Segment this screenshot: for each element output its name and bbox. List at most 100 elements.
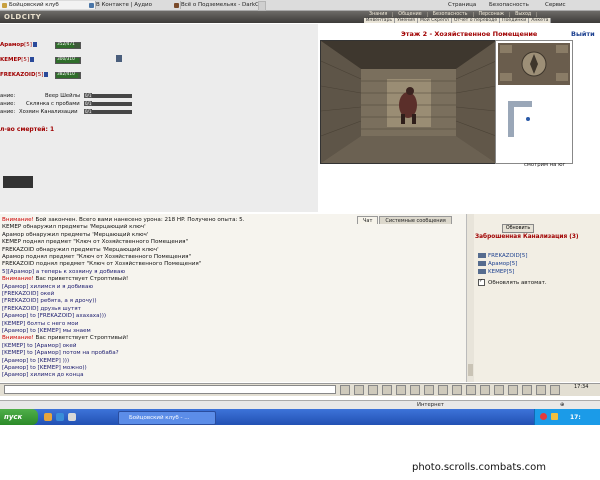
subnav-transfer-report[interactable]: Отчет о переводе [452,18,501,23]
chat-line[interactable]: FREKAZOID обнаружил предметы 'Мерцающий … [2,247,159,253]
chat-line[interactable]: Внимание! Вас приветствует Строптивый! [2,335,128,341]
dungeon-view[interactable] [320,40,497,164]
chat-line[interactable]: [Арамор] to [KEMEP] мы знаем [2,328,91,334]
chat-tabs: Чат Системные сообщения [357,216,452,224]
chat-line[interactable]: FREKAZOID поднял предмет "Ключ от Хозяйс… [2,261,201,267]
favicon-icon [2,2,7,8]
nav-character[interactable]: Персонаж [474,12,511,17]
browser-tab-dungeons[interactable]: Всё о Подземельях - DarkCl... [172,1,266,9]
nav-exit[interactable]: Выход [510,12,538,17]
menu-page[interactable]: Страница [448,1,476,9]
exit-link[interactable]: Выйти [571,30,595,38]
help-icon[interactable] [466,385,476,395]
chat-line[interactable]: [KEMEP] to [Арамор] потом на пробаба? [2,350,119,356]
logs-icon[interactable] [536,385,546,395]
chat-line[interactable]: [FREKAZOID] окей [2,291,54,297]
chat-line[interactable]: [Арамор] to [KEMEP] можно)) [2,365,87,371]
filter-icon[interactable] [494,385,504,395]
chat-line[interactable]: [Арамор] to [KEMEP] ))) [2,358,69,364]
message-input[interactable] [4,385,336,394]
chat-line[interactable]: Арамор поднял предмет "Ключ от Хозяйстве… [2,254,191,260]
translit-icon[interactable] [508,385,518,395]
chat-line[interactable]: [KEMEP] to [Арамор] окей [2,343,77,349]
sound-icon[interactable] [480,385,490,395]
chat-line[interactable]: [FREKAZOID] ребята, а я дрочу)) [2,298,97,304]
clear-icon[interactable] [368,385,378,395]
refresh-button[interactable]: Обновить [502,224,534,233]
taskbar-window-button[interactable]: Бойцовский клуб - ... [118,411,216,425]
favicon-icon [89,2,94,8]
player-name-text: FREKAZOID [0,72,36,78]
chat-line[interactable]: Внимание! Бой закончен. Всего вами нанес… [2,217,245,223]
chat-line[interactable]: 5][Арамор] а теперь к хозяину я добиваю [2,269,125,275]
smiley-icon[interactable] [354,385,364,395]
hp-bar: 300/310 [55,57,81,64]
member-item[interactable]: Арамор[5] [478,261,517,267]
favicon-icon [174,2,179,8]
chat-text: [Арамор] хилимся и я добиваю [2,283,94,290]
chat-line[interactable]: [Арамор] хилимся и я добиваю [2,284,93,290]
nav-knowledge[interactable]: Знания [364,12,394,17]
chat-line[interactable]: [FREKAZOID] друзья шутят [2,306,81,312]
player-name[interactable]: Арамор[5] [0,42,37,48]
player-name[interactable]: FREKAZOID[5] [0,72,49,78]
chat-text: [Арамор] to [KEMEP] мы знаем [2,328,91,334]
chat-text: [Арамор] хилимся до конца [2,372,84,379]
member-item[interactable]: KEMEP[5] [478,269,514,275]
chat-line[interactable]: Внимание! Вас приветствует Строптивый! [2,276,128,282]
subnav-inventory[interactable]: Инвентарь [364,18,396,23]
nav-security[interactable]: Безопасность [428,12,474,17]
nav-chat[interactable]: Общение [393,12,428,17]
start-button[interactable]: пуск [0,409,38,425]
hp-bar: 382/410 [55,72,81,79]
browser-tab-vkontakte[interactable]: В Контакте | Аудио [87,1,181,9]
font-icon[interactable] [522,385,532,395]
zoom-icon[interactable]: ⊕ [560,402,564,408]
quick-launch-icon[interactable] [44,413,52,421]
antivirus-icon[interactable] [540,413,547,420]
settings-icon[interactable] [452,385,462,395]
mail-icon[interactable] [438,385,448,395]
checkbox[interactable] [478,278,485,286]
chat-scrollbar[interactable] [466,214,474,382]
network-icon[interactable] [551,413,558,420]
minimap [498,43,570,137]
subnav-skills[interactable]: Умения [395,18,418,23]
chat-line[interactable]: [Арамор] хилимся до конца [2,372,84,378]
trade-icon[interactable] [424,385,434,395]
subnav-fights[interactable]: Поединки [500,18,530,23]
menu-security[interactable]: Безопасность [489,1,529,9]
inventory-icon[interactable] [396,385,406,395]
browser-tab-fight-club[interactable]: Бойцовский клуб × [0,1,96,9]
menu-tools[interactable]: Сервис [545,1,566,9]
map-icon[interactable] [410,385,420,395]
member-item[interactable]: FREKAZOID[5] [478,253,527,259]
fight-icon[interactable] [382,385,392,395]
tab-system-messages[interactable]: Системные сообщения [379,216,452,224]
send-icon[interactable] [340,385,350,395]
new-tab-button[interactable] [258,1,266,11]
tab-label: Бойцовский клуб [9,2,59,8]
chat-line[interactable]: КЕМЕР обнаружил предметы 'Мерцающий ключ… [2,224,146,230]
chat-line[interactable]: KEMEP поднял предмет "Ключ от Хозяйствен… [2,239,188,245]
subnav-profile[interactable]: Анкета [529,18,552,23]
quest-counter: 0/1 [84,93,93,98]
user-icon [478,261,486,266]
scrollbar-thumb[interactable] [468,364,473,376]
player-name[interactable]: KEMEP[5] [0,57,35,63]
chat-line[interactable]: Арамор обнаружил предметы 'Мерцающий клю… [2,232,148,238]
minimap-panel [495,40,573,164]
subnav-scroll[interactable]: Мой Скрепл [418,18,452,23]
online-icon[interactable] [550,385,560,395]
security-zone: Интернет [417,402,444,408]
tray-clock: 17: [570,414,581,421]
ie-icon[interactable] [56,413,64,421]
chat-line[interactable]: [Арамор] to [FREKAZOID] ахахаха))) [2,313,106,319]
tab-chat[interactable]: Чат [357,216,379,224]
chat-log: Внимание! Бой закончен. Всего вами нанес… [0,214,466,382]
chat-line[interactable]: [KEMEP] болты с него мои [2,321,78,327]
desktop-icon[interactable] [68,413,76,421]
clan-icon [32,42,37,47]
auto-update-toggle[interactable]: Обновлять автомат. [478,278,547,286]
chat-text: Арамор поднял предмет "Ключ от Хозяйстве… [2,254,192,260]
